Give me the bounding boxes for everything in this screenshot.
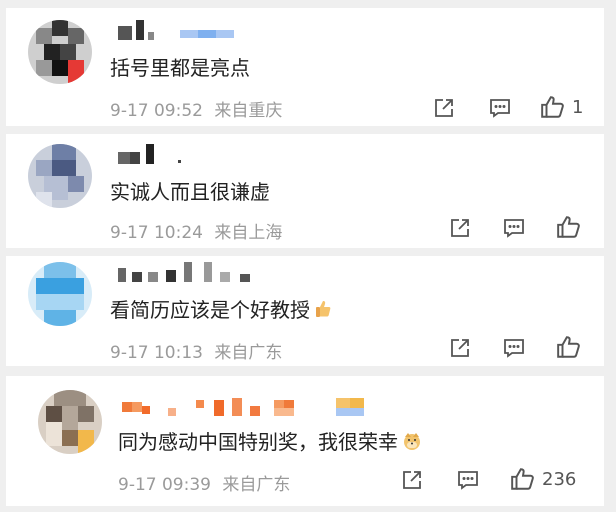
comment-button[interactable] bbox=[488, 96, 512, 120]
comment-card: 看简历应该是个好教授 9-17 10:13 来自广东 bbox=[6, 256, 604, 366]
comment-card: 同为感动中国特别奖，我很荣幸 9-17 09:39 来自广东 236 bbox=[6, 376, 604, 506]
comment-meta: 9-17 10:13 来自广东 bbox=[110, 338, 282, 363]
avatar[interactable] bbox=[28, 262, 92, 326]
share-icon bbox=[435, 99, 453, 117]
comment-button[interactable] bbox=[502, 336, 526, 360]
thumbs-up-icon bbox=[511, 468, 534, 490]
share-button[interactable] bbox=[448, 216, 472, 240]
like-button[interactable] bbox=[556, 334, 588, 360]
comment-icon bbox=[504, 219, 524, 238]
avatar[interactable] bbox=[28, 20, 92, 84]
comment-text: 看简历应该是个好教授 bbox=[110, 294, 332, 324]
comment-text-content: 同为感动中国特别奖，我很荣幸 bbox=[118, 430, 398, 454]
thumbs-up-icon bbox=[541, 96, 564, 118]
avatar[interactable] bbox=[38, 390, 102, 454]
share-icon bbox=[403, 471, 421, 489]
comment-location: 来自上海 bbox=[214, 223, 283, 243]
comment-meta: 9-17 09:52 来自重庆 bbox=[110, 96, 282, 121]
comment-location: 来自重庆 bbox=[214, 101, 283, 121]
share-button[interactable] bbox=[400, 468, 424, 492]
like-button[interactable] bbox=[556, 214, 588, 240]
comment-meta: 9-17 10:24 来自上海 bbox=[110, 218, 282, 243]
share-icon bbox=[451, 339, 469, 357]
like-count: 236 bbox=[542, 468, 577, 490]
comment-text: 同为感动中国特别奖，我很荣幸 bbox=[118, 426, 422, 456]
comment-icon bbox=[490, 99, 510, 118]
comment-date: 9-17 09:39 bbox=[118, 475, 211, 495]
share-icon bbox=[451, 219, 469, 237]
comment-button[interactable] bbox=[502, 216, 526, 240]
like-button[interactable]: 236 bbox=[510, 466, 576, 492]
comment-icon bbox=[458, 471, 478, 490]
comment-meta: 9-17 09:39 来自广东 bbox=[118, 470, 290, 495]
comment-button[interactable] bbox=[456, 468, 480, 492]
username-blurred[interactable] bbox=[122, 396, 392, 416]
comment-date: 9-17 09:52 bbox=[110, 101, 203, 121]
comment-card: 括号里都是亮点 9-17 09:52 来自重庆 1 bbox=[6, 8, 604, 126]
share-button[interactable] bbox=[448, 336, 472, 360]
comment-text: 括号里都是亮点 bbox=[110, 56, 250, 80]
comment-text-content: 看简历应该是个好教授 bbox=[110, 298, 310, 322]
comment-date: 9-17 10:24 bbox=[110, 223, 203, 243]
username-blurred[interactable] bbox=[118, 144, 198, 164]
like-button[interactable]: 1 bbox=[540, 94, 583, 120]
avatar[interactable] bbox=[28, 144, 92, 208]
share-button[interactable] bbox=[432, 96, 456, 120]
comment-card: 实诚人而且很谦虚 9-17 10:24 来自上海 bbox=[6, 134, 604, 248]
comment-location: 来自广东 bbox=[214, 343, 283, 363]
comment-location: 来自广东 bbox=[222, 475, 291, 495]
like-count: 1 bbox=[572, 96, 584, 118]
thumbs-up-icon bbox=[557, 336, 580, 358]
thumbs-up-emoji-icon bbox=[314, 299, 332, 324]
username-blurred[interactable] bbox=[118, 20, 248, 40]
username-blurred[interactable] bbox=[118, 262, 268, 282]
comment-date: 9-17 10:13 bbox=[110, 343, 203, 363]
comment-icon bbox=[504, 339, 524, 358]
thumbs-up-icon bbox=[557, 216, 580, 238]
comment-text: 实诚人而且很谦虚 bbox=[110, 180, 270, 204]
doge-emoji-icon bbox=[402, 431, 422, 456]
